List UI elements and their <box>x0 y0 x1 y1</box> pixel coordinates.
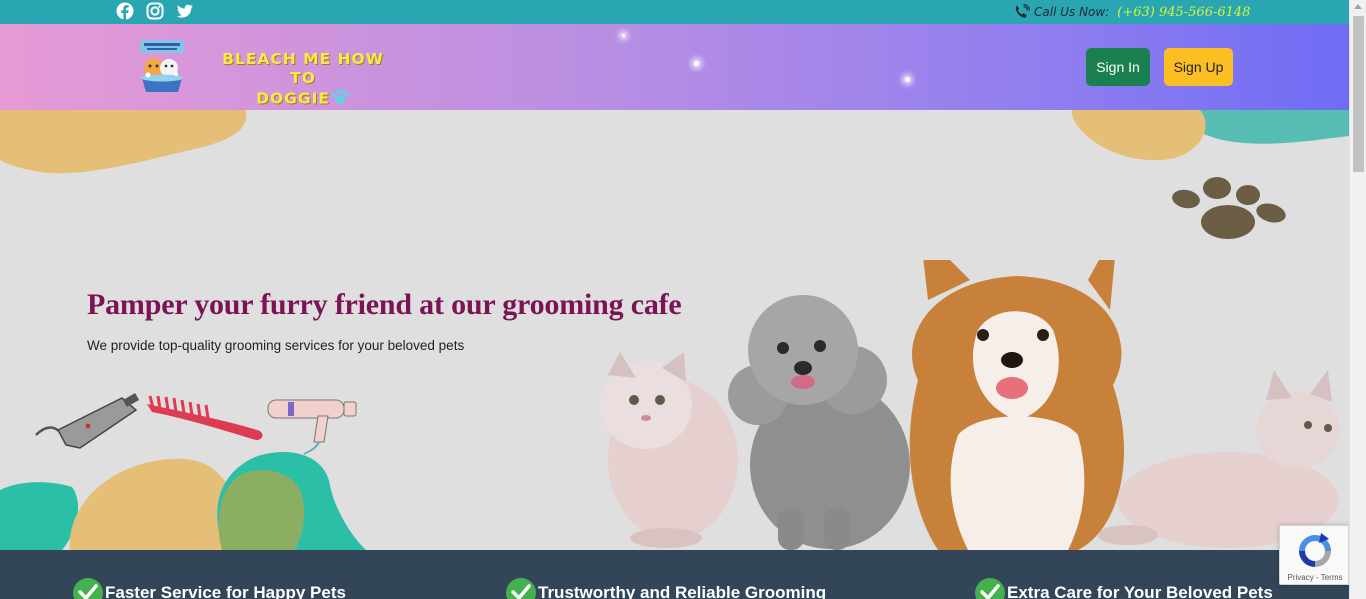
scrollbar-thumb[interactable] <box>1353 16 1364 172</box>
brand-name[interactable]: BLEACH ME HOW TO DOGGIE <box>210 50 396 110</box>
comb-icon <box>147 395 263 440</box>
check-icon <box>975 578 1005 599</box>
blob-decoration <box>0 110 247 174</box>
sparkle-decoration <box>694 61 699 66</box>
call-label: Call Us Now: <box>1034 5 1110 19</box>
sparkle-decoration <box>622 34 625 37</box>
hero-section: Pamper your furry friend at our grooming… <box>0 110 1349 550</box>
clipper-icon <box>35 393 140 449</box>
recaptcha-icon <box>1299 533 1331 567</box>
brand-line-2-text: DOGGIE <box>256 89 330 108</box>
call-us: Call Us Now: (+63) 945-566-6148 <box>1013 2 1250 22</box>
feature-label: Trustworthy and Reliable Grooming <box>538 583 827 599</box>
scroll-up-arrow-icon[interactable] <box>1354 4 1362 9</box>
recaptcha-terms-link[interactable]: Terms <box>1321 573 1343 582</box>
sign-up-button[interactable]: Sign Up <box>1164 48 1233 86</box>
recaptcha-privacy-link[interactable]: Privacy <box>1288 573 1314 582</box>
feature-item: Extra Care for Your Beloved Pets <box>975 578 1273 599</box>
instagram-icon[interactable] <box>146 2 164 20</box>
check-icon <box>506 578 536 599</box>
call-number-link[interactable]: (+63) 945-566-6148 <box>1117 5 1250 20</box>
corgi <box>909 260 1125 550</box>
sparkle-decoration <box>905 77 910 82</box>
blob-decoration <box>1071 110 1349 161</box>
page: Call Us Now: (+63) 945-566-6148 BLEACH M… <box>0 0 1366 599</box>
feature-label: Extra Care for Your Beloved Pets <box>1007 583 1273 599</box>
hero-title: Pamper your furry friend at our grooming… <box>87 288 682 321</box>
page-scrollbar[interactable] <box>1349 0 1366 599</box>
paw-print-icon <box>1172 177 1286 239</box>
sign-in-button[interactable]: Sign In <box>1086 48 1150 86</box>
poodle <box>728 295 910 550</box>
phone-icon <box>1015 3 1030 18</box>
feature-label: Faster Service for Happy Pets <box>105 583 346 599</box>
facebook-icon[interactable] <box>116 2 134 20</box>
feature-item: Faster Service for Happy Pets <box>73 578 346 599</box>
feature-item: Trustworthy and Reliable Grooming <box>506 578 826 599</box>
recaptcha-badge[interactable]: Privacy - Terms <box>1279 525 1349 585</box>
pets-hero-image <box>600 260 1340 550</box>
paw-icon <box>330 88 350 110</box>
brand-line-2: DOGGIE <box>210 88 396 110</box>
brand-logo[interactable] <box>136 38 188 96</box>
hero-subtitle: We provide top-quality grooming services… <box>87 338 465 353</box>
cat-right <box>1098 370 1340 548</box>
recaptcha-separator: - <box>1313 573 1321 582</box>
twitter-icon[interactable] <box>176 2 194 20</box>
check-icon <box>73 578 103 599</box>
brand-line-1: BLEACH ME HOW TO <box>222 50 384 87</box>
recaptcha-legal: Privacy - Terms <box>1280 573 1350 582</box>
header: BLEACH ME HOW TO DOGGIE Sign In Sign Up <box>0 24 1349 110</box>
blob-decoration <box>0 452 366 550</box>
top-bar: Call Us Now: (+63) 945-566-6148 <box>0 0 1349 24</box>
features-strip: Faster Service for Happy Pets Trustworth… <box>0 550 1349 599</box>
cat-left <box>600 352 738 548</box>
